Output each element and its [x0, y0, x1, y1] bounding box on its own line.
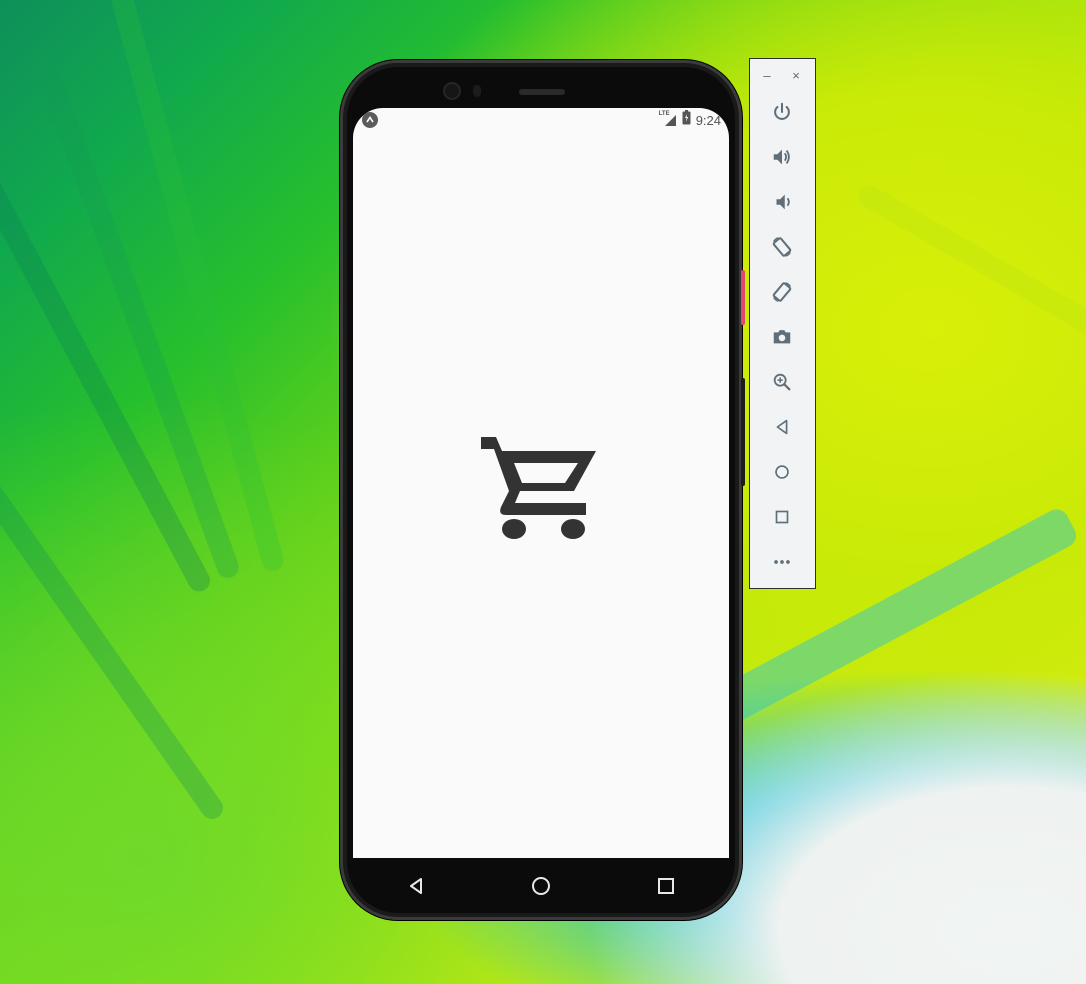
status-right-group: LTE 9:24 — [659, 110, 721, 130]
power-button[interactable] — [766, 96, 798, 128]
rotate-left-icon — [772, 237, 792, 257]
recents-icon[interactable] — [646, 866, 686, 906]
power-icon — [774, 102, 790, 120]
back-icon — [776, 419, 788, 435]
system-nav-bar — [353, 858, 729, 914]
rotate-right-button[interactable] — [766, 276, 798, 308]
close-button[interactable]: × — [788, 67, 804, 83]
more-icon — [774, 560, 790, 564]
home-icon[interactable] — [521, 866, 561, 906]
zoom-button[interactable] — [766, 366, 798, 398]
toolbar-window-controls: – × — [750, 65, 815, 87]
status-bar: LTE 9:24 — [353, 108, 729, 132]
status-time: 9:24 — [695, 112, 721, 128]
signal-icon: LTE — [659, 111, 677, 127]
front-camera — [443, 82, 461, 100]
phone-frame: LTE 9:24 — [340, 60, 745, 920]
volume-side-button — [741, 378, 745, 486]
emulator-toolbar: – × — [749, 58, 816, 589]
screenshot-button[interactable] — [766, 321, 798, 353]
proximity-sensor — [473, 85, 481, 97]
minimize-button[interactable]: – — [759, 67, 775, 83]
back-button[interactable] — [766, 411, 798, 443]
camera-icon — [773, 330, 791, 344]
volume-up-button[interactable] — [766, 141, 798, 173]
zoom-icon — [773, 373, 791, 391]
phone-screen[interactable]: LTE 9:24 — [353, 108, 729, 858]
volume-down-button[interactable] — [766, 186, 798, 218]
notification-icon — [362, 112, 378, 128]
earpiece-speaker — [519, 89, 565, 95]
more-button[interactable] — [766, 546, 798, 578]
shopping-cart-icon — [478, 433, 606, 551]
volume-down-icon — [776, 194, 790, 210]
battery-icon — [682, 110, 691, 130]
back-icon[interactable] — [396, 866, 436, 906]
home-icon — [775, 465, 789, 479]
rotate-left-button[interactable] — [766, 231, 798, 263]
overview-icon — [775, 510, 789, 524]
power-side-button — [741, 270, 745, 325]
overview-button[interactable] — [766, 501, 798, 533]
home-button[interactable] — [766, 456, 798, 488]
volume-up-icon — [773, 149, 790, 165]
rotate-right-icon — [772, 282, 792, 302]
